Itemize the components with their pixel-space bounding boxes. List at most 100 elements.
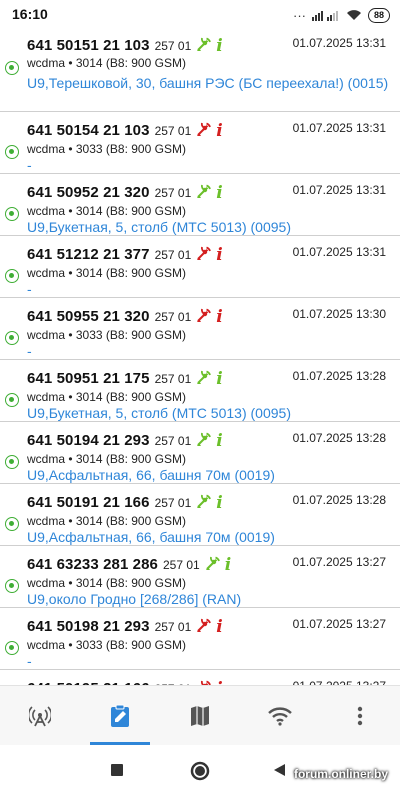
mcc-mnc: 257 01 xyxy=(154,434,192,448)
technology-info: wcdma • 3014 (B8: 900 GSM) xyxy=(27,452,186,466)
info-icon[interactable]: i xyxy=(216,38,222,55)
location-text[interactable]: U9,Асфальтная, 66, башня 70м (0019) xyxy=(27,529,275,545)
mcc-mnc: 257 01 xyxy=(163,558,200,572)
cell-id: 641 50198 21 293 xyxy=(27,618,150,635)
row-header: 641 50955 21 320 257 01 i xyxy=(27,305,223,326)
list-item[interactable]: 641 50151 21 103 257 01 i 01.07.2025 13:… xyxy=(0,30,400,112)
technology-info: wcdma • 3014 (B8: 900 GSM) xyxy=(27,390,186,404)
signal-bad-icon xyxy=(197,122,212,136)
row-header: 641 50151 21 103 257 01 i xyxy=(27,34,223,55)
mcc-mnc: 257 01 xyxy=(154,39,192,53)
clipboard-edit-icon xyxy=(111,704,129,727)
row-header: 641 50951 21 175 257 01 i xyxy=(27,367,223,388)
list-item[interactable]: 641 50154 21 103 257 01 i 01.07.2025 13:… xyxy=(0,112,400,174)
list-item[interactable]: 641 51212 21 377 257 01 i 01.07.2025 13:… xyxy=(0,236,400,298)
technology-info: wcdma • 3014 (B8: 900 GSM) xyxy=(27,204,186,218)
list-item[interactable]: 641 50952 21 320 257 01 i 01.07.2025 13:… xyxy=(0,174,400,236)
tab-log[interactable] xyxy=(80,686,160,745)
status-icons: ··· 88 xyxy=(293,6,390,24)
cell-id: 641 50151 21 103 xyxy=(27,37,150,54)
location-text[interactable]: - xyxy=(27,281,32,297)
registered-indicator-icon xyxy=(5,61,19,75)
list-item[interactable]: 641 50194 21 293 257 01 i 01.07.2025 13:… xyxy=(0,422,400,484)
row-header: 641 50198 21 293 257 01 i xyxy=(27,615,223,636)
signal-ok-icon xyxy=(197,370,212,384)
mcc-mnc: 257 01 xyxy=(154,372,192,386)
signal-ok-icon xyxy=(205,556,220,570)
list-item[interactable]: 641 50195 21 166 257 01 i 01.07.2025 13:… xyxy=(0,670,400,685)
mcc-mnc: 257 01 xyxy=(154,186,192,200)
row-header: 641 51212 21 377 257 01 i xyxy=(27,243,223,264)
tab-wifi[interactable] xyxy=(240,686,320,745)
timestamp: 01.07.2025 13:27 xyxy=(292,555,386,569)
tab-map[interactable] xyxy=(160,686,240,745)
technology-info: wcdma • 3014 (B8: 900 GSM) xyxy=(27,576,186,590)
circle-icon xyxy=(190,761,210,781)
signal-bad-icon xyxy=(197,246,212,260)
list-item[interactable]: 641 50951 21 175 257 01 i 01.07.2025 13:… xyxy=(0,360,400,422)
info-icon[interactable]: i xyxy=(216,619,222,636)
more-vert-icon xyxy=(357,706,363,725)
tab-cell-tower[interactable] xyxy=(0,686,80,745)
location-text[interactable]: U9,Букетная, 5, столб (МТС 5013) (0095) xyxy=(27,219,291,235)
row-header: 641 50194 21 293 257 01 i xyxy=(27,429,223,450)
row-header: 641 50195 21 166 257 01 i xyxy=(27,677,223,685)
info-icon[interactable]: i xyxy=(216,371,222,388)
info-icon[interactable]: i xyxy=(216,495,222,512)
info-icon[interactable]: i xyxy=(216,433,222,450)
home-button[interactable] xyxy=(190,761,210,786)
technology-info: wcdma • 3014 (B8: 900 GSM) xyxy=(27,514,186,528)
cell-id: 641 50955 21 320 xyxy=(27,308,150,325)
cell-id: 641 51212 21 377 xyxy=(27,246,150,263)
back-triangle-icon xyxy=(274,764,285,776)
info-icon[interactable]: i xyxy=(225,557,231,574)
signal-bars-icon xyxy=(311,11,338,21)
timestamp: 01.07.2025 13:31 xyxy=(292,36,386,50)
technology-info: wcdma • 3014 (B8: 900 GSM) xyxy=(27,56,186,70)
cell-id: 641 50951 21 175 xyxy=(27,370,150,387)
registered-indicator-icon xyxy=(5,145,19,159)
cell-log-list[interactable]: 641 50151 21 103 257 01 i 01.07.2025 13:… xyxy=(0,30,400,685)
location-text[interactable]: - xyxy=(27,343,32,359)
signal-ok-icon xyxy=(197,494,212,508)
info-icon[interactable]: i xyxy=(216,247,222,264)
location-text[interactable]: U9,Асфальтная, 66, башня 70м (0019) xyxy=(27,467,275,483)
list-item[interactable]: 641 63233 281 286 257 01 i 01.07.2025 13… xyxy=(0,546,400,608)
row-header: 641 50154 21 103 257 01 i xyxy=(27,119,223,140)
info-icon[interactable]: i xyxy=(216,309,222,326)
location-text[interactable]: U9,Букетная, 5, столб (МТС 5013) (0095) xyxy=(27,405,291,421)
timestamp: 01.07.2025 13:30 xyxy=(292,307,386,321)
status-bar: 16:10 ··· 88 xyxy=(0,0,400,30)
tab-more[interactable] xyxy=(320,686,400,745)
square-icon xyxy=(111,764,123,776)
list-item[interactable]: 641 50955 21 320 257 01 i 01.07.2025 13:… xyxy=(0,298,400,360)
location-text[interactable]: U9,около Гродно [268/286] (RAN) xyxy=(27,591,241,607)
registered-indicator-icon xyxy=(5,641,19,655)
list-item[interactable]: 641 50191 21 166 257 01 i 01.07.2025 13:… xyxy=(0,484,400,546)
location-text[interactable]: - xyxy=(27,157,32,173)
bottom-navigation xyxy=(0,685,400,745)
location-text[interactable]: U9,Терешковой, 30, башня РЭС (БС перееха… xyxy=(27,73,397,93)
cell-id: 641 63233 281 286 xyxy=(27,556,158,573)
row-header: 641 63233 281 286 257 01 i xyxy=(27,553,231,574)
watermark: forum.onliner.by xyxy=(293,767,388,781)
info-icon[interactable]: i xyxy=(216,185,222,202)
timestamp: 01.07.2025 13:28 xyxy=(292,369,386,383)
wifi-icon xyxy=(268,706,292,726)
back-button[interactable] xyxy=(272,763,286,782)
technology-info: wcdma • 3033 (B8: 900 GSM) xyxy=(27,638,186,652)
cell-id: 641 50154 21 103 xyxy=(27,122,150,139)
map-icon xyxy=(191,705,209,726)
info-icon[interactable]: i xyxy=(216,123,222,140)
location-text[interactable]: - xyxy=(27,653,32,669)
recents-button[interactable] xyxy=(110,763,124,782)
registered-indicator-icon xyxy=(5,331,19,345)
signal-ok-icon xyxy=(197,37,212,51)
row-header: 641 50191 21 166 257 01 i xyxy=(27,491,223,512)
mcc-mnc: 257 01 xyxy=(154,248,192,262)
registered-indicator-icon xyxy=(5,579,19,593)
status-time: 16:10 xyxy=(12,6,48,22)
wifi-status-icon xyxy=(346,10,361,20)
cell-id: 641 50191 21 166 xyxy=(27,494,150,511)
list-item[interactable]: 641 50198 21 293 257 01 i 01.07.2025 13:… xyxy=(0,608,400,670)
